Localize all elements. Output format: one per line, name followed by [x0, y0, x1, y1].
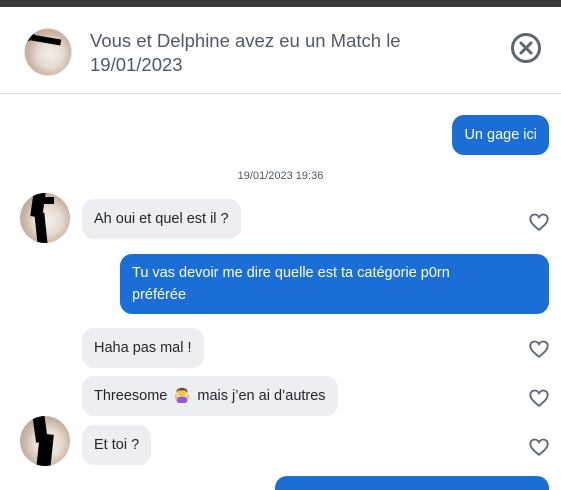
- top-bar: [0, 0, 561, 7]
- person-gesturing-emoji: [175, 387, 190, 403]
- heart-icon[interactable]: [528, 387, 550, 409]
- message-text: Threesome: [94, 388, 168, 404]
- heart-icon[interactable]: [528, 436, 550, 458]
- message-outgoing[interactable]: Un gage ici: [452, 115, 549, 155]
- message-text-line: Tu vas devoir me dire quelle est ta caté…: [132, 265, 450, 281]
- match-avatar[interactable]: [24, 28, 72, 76]
- message-incoming[interactable]: Haha pas mal !: [82, 328, 204, 368]
- heart-icon[interactable]: [528, 211, 550, 233]
- close-icon: [519, 41, 533, 55]
- message-incoming[interactable]: Ah oui et quel est il ?: [82, 199, 241, 239]
- sender-avatar[interactable]: [20, 416, 70, 466]
- match-title: Vous et Delphine avez eu un Match le 19/…: [90, 30, 401, 75]
- message-outgoing[interactable]: Tu vas devoir me dire quelle est ta caté…: [120, 254, 549, 314]
- sender-avatar[interactable]: [20, 193, 70, 243]
- message-outgoing-partial[interactable]: [275, 476, 549, 490]
- close-button[interactable]: [511, 33, 541, 63]
- message-incoming[interactable]: Threesome mais j’en ai d’autres: [82, 376, 338, 416]
- match-header: Vous et Delphine avez eu un Match le 19/…: [0, 7, 561, 94]
- message-text-line: préférée: [132, 287, 187, 303]
- message-incoming[interactable]: Et toi ?: [82, 425, 152, 465]
- heart-icon[interactable]: [528, 338, 550, 360]
- message-timestamp: 19/01/2023 19:36: [237, 170, 324, 182]
- message-text: mais j’en ai d’autres: [197, 388, 326, 404]
